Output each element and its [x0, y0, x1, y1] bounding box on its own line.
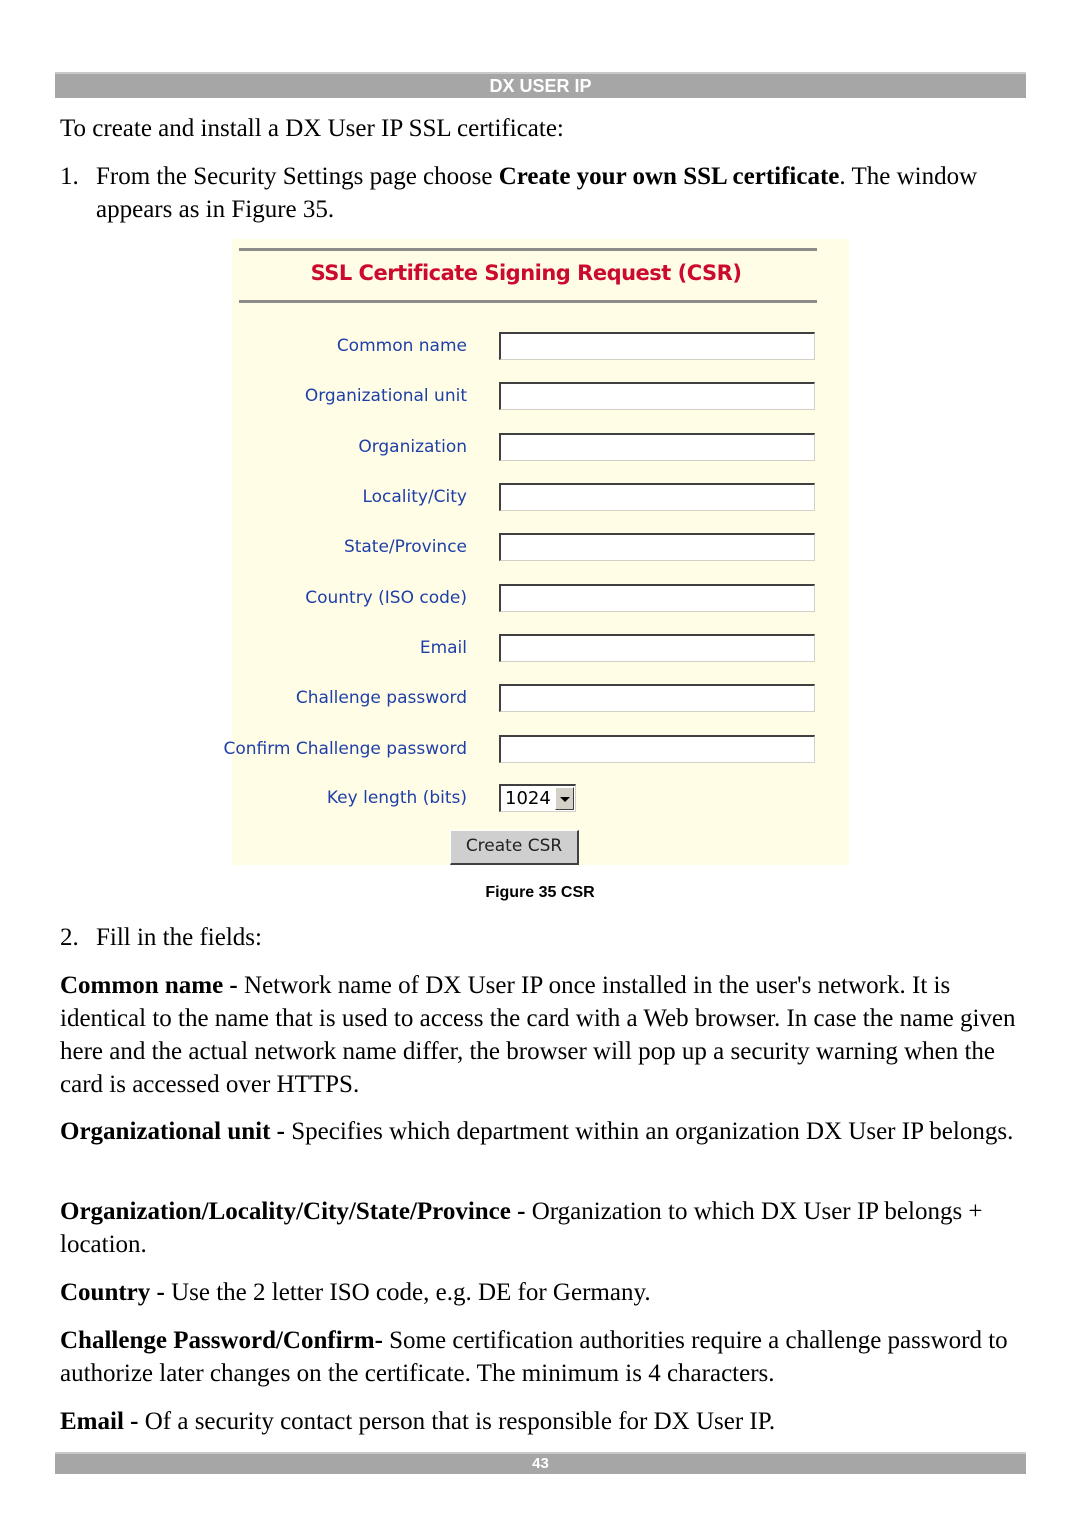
- field-row-confirm-challenge-password: Confirm Challenge password: [223, 735, 832, 765]
- definition-common-name: Common name - Network name of DX User IP…: [60, 969, 1025, 1101]
- country-iso-code-input[interactable]: [499, 584, 815, 612]
- step-emphasis: Create your own SSL certificate: [498, 163, 840, 190]
- key-length-select[interactable]: 1024: [499, 784, 576, 812]
- figure-caption: Figure 35 CSR: [485, 884, 595, 901]
- field-label: Organization: [358, 437, 467, 457]
- step-text: Fill in the fields:: [96, 924, 262, 951]
- page-number: 43: [532, 1455, 549, 1472]
- challenge-password-input[interactable]: [499, 684, 815, 712]
- field-row-organizational-unit: Organizational unit: [232, 382, 832, 412]
- definition-text: Specifies which department within an org…: [291, 1118, 1014, 1145]
- organizational-unit-input[interactable]: [499, 382, 815, 410]
- email-input[interactable]: [499, 634, 815, 662]
- definition-challenge-password: Challenge Password/Confirm- Some certifi…: [60, 1324, 1025, 1390]
- chevron-down-icon[interactable]: [555, 787, 574, 810]
- field-row-email: Email: [232, 634, 832, 664]
- step-text-part: From the Security Settings page choose: [96, 163, 499, 190]
- running-footer: 43: [55, 1452, 1026, 1474]
- field-row-common-name: Common name: [232, 332, 832, 362]
- running-header: DX USER IP: [55, 72, 1026, 98]
- definition-term: Challenge Password/Confirm-: [60, 1327, 390, 1354]
- title-rule-top: [239, 248, 817, 251]
- confirm-challenge-password-input[interactable]: [499, 735, 815, 763]
- field-row-key-length: Key length (bits) 1024: [232, 784, 832, 814]
- header-title: DX USER IP: [489, 76, 592, 96]
- organization-input[interactable]: [499, 433, 815, 461]
- field-row-organization: Organization: [232, 433, 832, 463]
- definition-term: Country -: [60, 1279, 172, 1306]
- field-row-state-province: State/Province: [232, 533, 832, 563]
- field-label: Common name: [336, 336, 467, 356]
- field-label: Country (ISO code): [305, 588, 467, 608]
- field-label: State/Province: [343, 537, 467, 557]
- field-label: Confirm Challenge password: [223, 739, 467, 759]
- definition-organization-location: Organization/Locality/City/State/Provinc…: [60, 1195, 1025, 1261]
- definition-text: Use the 2 letter ISO code, e.g. DE for G…: [171, 1279, 651, 1306]
- definition-term: Organizational unit -: [60, 1118, 292, 1145]
- field-row-challenge-password: Challenge password: [232, 684, 832, 714]
- field-label: Organizational unit: [304, 386, 467, 406]
- definition-organizational-unit: Organizational unit - Specifies which de…: [60, 1115, 1025, 1148]
- definition-country: Country - Use the 2 letter ISO code, e.g…: [60, 1276, 1025, 1309]
- field-label: Key length (bits): [326, 788, 467, 808]
- definition-term: Organization/Locality/City/State/Provinc…: [60, 1198, 532, 1225]
- title-rule-bottom: [239, 300, 817, 303]
- field-label: Locality/City: [362, 487, 467, 507]
- create-csr-button[interactable]: Create CSR: [450, 830, 579, 865]
- locality-city-input[interactable]: [499, 483, 815, 511]
- step-text: From the Security Settings page choose C…: [96, 160, 1025, 226]
- form-title: SSL Certificate Signing Request (CSR): [310, 261, 742, 285]
- field-row-locality-city: Locality/City: [232, 483, 832, 513]
- definition-email: Email - Of a security contact person tha…: [60, 1405, 1025, 1438]
- step-number: 1.: [60, 163, 79, 190]
- intro-text: To create and install a DX User IP SSL c…: [60, 115, 564, 142]
- csr-form-screenshot: SSL Certificate Signing Request (CSR) Co…: [223, 239, 849, 865]
- key-length-value: 1024: [505, 788, 551, 809]
- common-name-input[interactable]: [499, 332, 815, 360]
- field-row-country: Country (ISO code): [232, 584, 832, 614]
- field-label: Challenge password: [295, 688, 467, 708]
- definition-term: Common name -: [60, 972, 245, 999]
- definition-term: Email -: [60, 1408, 145, 1435]
- field-label: Email: [419, 638, 467, 658]
- definition-text: Of a security contact person that is res…: [144, 1408, 776, 1435]
- step-number: 2.: [60, 924, 79, 951]
- state-province-input[interactable]: [499, 533, 815, 561]
